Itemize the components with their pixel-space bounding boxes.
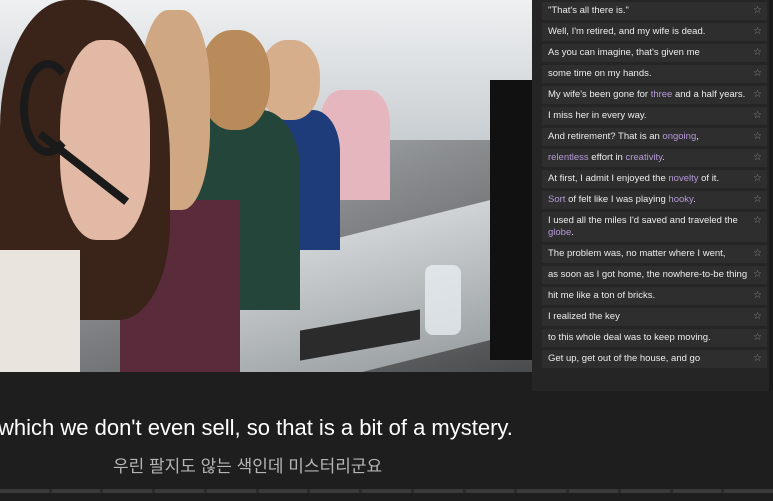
line-text: The problem was, no matter where I went,: [548, 248, 726, 259]
transcript-line[interactable]: My wife's been gone for three and a half…: [542, 86, 767, 104]
highlighted-word[interactable]: hooky: [668, 194, 693, 205]
line-text: of it.: [698, 173, 720, 184]
line-text: Well, I'm retired, and my wife is dead.: [548, 26, 706, 37]
star-icon[interactable]: ☆: [753, 248, 762, 260]
line-text: I realized the key: [548, 311, 620, 322]
subtitle-area: which we don't even sell, so that is a b…: [0, 391, 773, 486]
line-text: of felt like I was playing: [565, 194, 669, 205]
highlighted-word[interactable]: novelty: [668, 173, 698, 184]
star-icon[interactable]: ☆: [753, 269, 762, 281]
line-text: Get up, get out of the house, and go: [548, 353, 701, 364]
star-icon[interactable]: ☆: [753, 173, 762, 185]
transcript-line[interactable]: some time on my hands. ☆: [542, 65, 767, 83]
transcript-line[interactable]: relentless effort in creativity. ☆: [542, 149, 767, 167]
transcript-line[interactable]: At first, I admit I enjoyed the novelty …: [542, 170, 767, 188]
transcript-line[interactable]: hit me like a ton of bricks. ☆: [542, 287, 767, 305]
transcript-line[interactable]: Get up, get out of the house, and go ☆: [542, 350, 767, 368]
star-icon[interactable]: ☆: [753, 47, 762, 59]
transcript-line[interactable]: as soon as I got home, the nowhere-to-be…: [542, 266, 767, 284]
transcript-scrollbar[interactable]: [769, 0, 773, 391]
highlighted-word[interactable]: three: [651, 89, 673, 100]
transcript-line[interactable]: "That's all there is." ☆: [542, 2, 767, 20]
person-1-sweater: [0, 250, 80, 372]
highlighted-word[interactable]: creativity: [625, 152, 662, 163]
line-text: As you can imagine, that's given me: [548, 47, 700, 58]
line-text: to this whole deal was to keep moving.: [548, 332, 711, 343]
subtitle-english[interactable]: which we don't even sell, so that is a b…: [0, 415, 513, 441]
transcript-line[interactable]: to this whole deal was to keep moving. ☆: [542, 329, 767, 347]
line-text: hit me like a ton of bricks.: [548, 290, 656, 301]
star-icon[interactable]: ☆: [753, 215, 762, 227]
subtitle-korean[interactable]: 우린 팔지도 않는 색인데 미스터리군요: [113, 452, 382, 477]
line-text: .: [571, 227, 574, 238]
line-text: as soon as I got home, the nowhere-to-be…: [548, 269, 748, 280]
highlighted-word[interactable]: relentless: [548, 152, 589, 163]
transcript-line[interactable]: And retirement? That is an ongoing, ☆: [542, 128, 767, 146]
highlighted-word[interactable]: Sort: [548, 194, 565, 205]
transcript-list: "That's all there is." ☆ Well, I'm retired…: [532, 2, 773, 368]
star-icon[interactable]: ☆: [753, 290, 762, 302]
star-icon[interactable]: ☆: [753, 110, 762, 122]
star-icon[interactable]: ☆: [753, 311, 762, 323]
highlighted-word[interactable]: ongoing: [662, 131, 696, 142]
transcript-line[interactable]: As you can imagine, that's given me ☆: [542, 44, 767, 62]
transcript-line[interactable]: Well, I'm retired, and my wife is dead. ☆: [542, 23, 767, 41]
line-text: some time on my hands.: [548, 68, 652, 79]
star-icon[interactable]: ☆: [753, 5, 762, 17]
transcript-line[interactable]: Sort of felt like I was playing hooky. ☆: [542, 191, 767, 209]
line-text: I used all the miles I'd saved and trave…: [548, 215, 738, 226]
line-text: And retirement? That is an: [548, 131, 663, 142]
line-text: ,: [696, 131, 699, 142]
star-icon[interactable]: ☆: [753, 89, 762, 101]
star-icon[interactable]: ☆: [753, 68, 762, 80]
star-icon[interactable]: ☆: [753, 152, 762, 164]
highlighted-word[interactable]: globe: [548, 227, 571, 238]
monitor: [490, 80, 532, 360]
line-text: At first, I admit I enjoyed the: [548, 173, 669, 184]
water-bottle: [425, 265, 461, 335]
person-3-head: [200, 30, 270, 130]
video-player[interactable]: [0, 0, 532, 372]
transcript-line[interactable]: I realized the key ☆: [542, 308, 767, 326]
line-text: I miss her in every way.: [548, 110, 647, 121]
star-icon[interactable]: ☆: [753, 332, 762, 344]
line-text: "That's all there is.": [548, 5, 629, 16]
star-icon[interactable]: ☆: [753, 26, 762, 38]
transcript-panel[interactable]: "That's all there is." ☆ Well, I'm retired…: [532, 0, 773, 391]
progress-track[interactable]: [0, 489, 773, 493]
line-text: effort in: [588, 152, 626, 163]
person-1-face: [60, 40, 150, 240]
star-icon[interactable]: ☆: [753, 353, 762, 365]
line-text: .: [662, 152, 665, 163]
line-text: .: [693, 194, 696, 205]
transcript-line[interactable]: I miss her in every way. ☆: [542, 107, 767, 125]
line-text: My wife's been gone for: [548, 89, 651, 100]
transcript-line[interactable]: I used all the miles I'd saved and trave…: [542, 212, 767, 242]
star-icon[interactable]: ☆: [753, 194, 762, 206]
transcript-line[interactable]: The problem was, no matter where I went,…: [542, 245, 767, 263]
line-text: and a half years.: [672, 89, 746, 100]
star-icon[interactable]: ☆: [753, 131, 762, 143]
